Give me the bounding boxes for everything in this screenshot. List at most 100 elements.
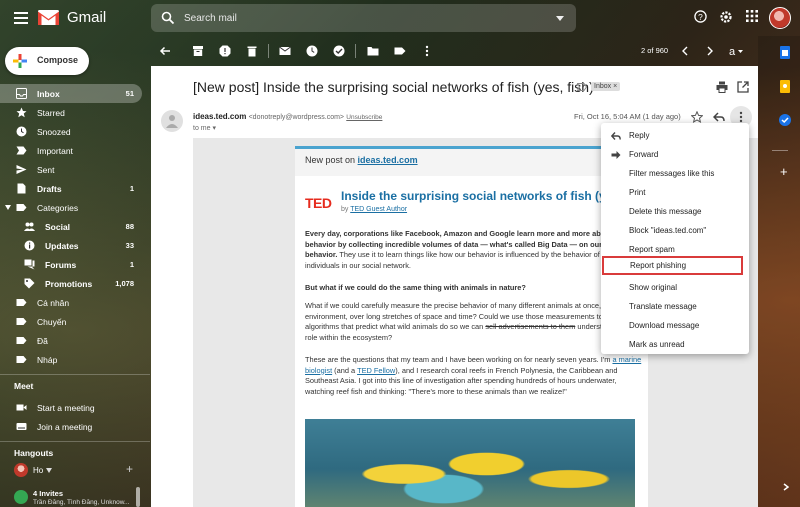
reply-icon [611,132,621,140]
move-to-icon[interactable] [367,45,379,57]
author-link[interactable]: TED Guest Author [350,206,407,213]
sidebar-item-chuyen[interactable]: Chuyến [0,312,142,331]
help-icon[interactable]: ? [694,10,707,23]
ted-fellow-link[interactable]: TED Fellow [357,366,395,375]
sidebar-item-snoozed[interactable]: Snoozed [0,122,142,141]
print-icon[interactable] [716,81,728,93]
gmail-logo-icon[interactable] [38,10,59,25]
keep-icon[interactable] [780,80,790,93]
label-icon [16,337,27,344]
caret-down-icon[interactable] [46,468,52,473]
sidebar-item-inbox[interactable]: Inbox 51 [0,84,142,103]
label-icon[interactable] [394,45,406,57]
calendar-icon[interactable] [780,46,790,59]
remove-label-icon[interactable]: × [613,83,617,90]
tasks-icon[interactable] [779,114,791,126]
menu-item-label: Download message [629,321,700,330]
menu-item-label: Print [629,188,646,197]
menu-item-download[interactable]: Download message [601,316,749,335]
unsubscribe-link[interactable]: Unsubscribe [346,114,382,121]
open-new-window-icon[interactable] [737,81,749,93]
ted-logo: TED [305,195,332,211]
sidebar-item-ca-nhan[interactable]: Cá nhân [0,293,142,312]
join-meeting-button[interactable]: Join a meeting [0,417,142,436]
menu-item-block-sender[interactable]: Block "ideas.ted.com" [601,221,749,240]
sidebar-scrollbar[interactable] [136,487,140,507]
sidebar-item-important[interactable]: Important [0,141,142,160]
forward-icon [611,151,621,159]
search-bar[interactable] [151,4,576,32]
report-spam-icon[interactable] [219,45,231,57]
app-title: Gmail [67,9,107,26]
people-icon [24,222,35,231]
recipient-line[interactable]: to me ▾ [193,124,216,132]
search-icon[interactable] [161,11,175,25]
sidebar-item-categories[interactable]: Categories [0,198,142,217]
hangouts-user-avatar[interactable] [14,463,28,477]
star-icon[interactable] [691,111,703,123]
caret-down-icon[interactable] [5,205,11,210]
label-chip-text: Inbox [594,83,612,90]
message-toolbar: 2 of 960 a [151,36,758,66]
search-input[interactable] [184,11,544,26]
sidebar-item-starred[interactable]: Starred [0,103,142,122]
delete-icon[interactable] [246,45,258,57]
sidebar-item-label: Sent [37,165,55,175]
paragraph-4-b: (and a [332,365,358,375]
start-meeting-button[interactable]: Start a meeting [0,398,142,417]
hangouts-heading: Hangouts [14,448,54,458]
chevron-right-icon[interactable] [706,45,714,57]
post-title-link[interactable]: Inside the surprising social networks of… [341,189,641,203]
menu-item-report-phishing[interactable]: Report phishing [602,256,743,275]
by-prefix: by [341,206,349,213]
pagination-text: 2 of 960 [641,46,669,55]
more-vert-icon[interactable] [421,45,433,57]
sidebar-item-social[interactable]: Social 88 [0,217,142,236]
menu-item-show-original[interactable]: Show original [601,278,749,297]
sidebar-item-sent[interactable]: Sent [0,160,142,179]
hangouts-user-name[interactable]: Ho [33,466,43,475]
chevron-right-icon[interactable] [783,483,789,491]
main-menu-icon[interactable] [14,12,28,24]
menu-item-filter[interactable]: Filter messages like this [601,164,749,183]
reply-icon[interactable] [713,111,725,123]
input-tools-icon[interactable]: a [728,45,744,57]
sidebar-item-label: Join a meeting [37,422,93,432]
sidebar-item-forums[interactable]: Forums 1 [0,255,142,274]
paragraph-4: These are the questions that my team and… [305,355,645,411]
sidebar-item-label: Forums [45,260,77,270]
chevron-left-icon[interactable] [681,45,689,57]
apps-icon[interactable] [746,10,758,22]
sidebar-item-nhap[interactable]: Nháp [0,350,142,369]
sidebar-item-drafts[interactable]: Drafts 1 [0,179,142,198]
menu-item-reply[interactable]: Reply [601,126,749,145]
archive-icon[interactable] [192,45,204,57]
sidebar-item-updates[interactable]: Updates 33 [0,236,142,255]
menu-item-print[interactable]: Print [601,183,749,202]
add-task-icon[interactable] [333,45,345,57]
label-chip[interactable]: Inbox × [591,82,621,91]
compose-button[interactable]: Compose [5,47,89,75]
add-addon-icon[interactable]: + [780,164,788,179]
invites-avatar[interactable] [14,490,28,504]
account-avatar[interactable] [769,7,791,29]
sidebar-item-label: Chuyến [37,317,67,327]
menu-item-forward[interactable]: Forward [601,145,749,164]
mark-unread-icon[interactable] [279,45,291,57]
settings-icon[interactable] [719,10,733,24]
add-contact-icon[interactable]: + [126,462,133,476]
important-marker-icon[interactable] [577,83,587,91]
invites-title[interactable]: 4 Invites [33,489,63,498]
menu-item-delete[interactable]: Delete this message [601,202,749,221]
compose-label: Compose [37,55,79,65]
sidebar-item-promotions[interactable]: Promotions 1,078 [0,274,142,293]
search-options-icon[interactable] [556,16,564,21]
menu-item-translate[interactable]: Translate message [601,297,749,316]
video-camera-icon [16,404,27,411]
recipient-details-icon[interactable]: ▾ [212,125,216,132]
menu-item-mark-unread[interactable]: Mark as unread [601,335,749,354]
sidebar-item-da[interactable]: Đã [0,331,142,350]
snooze-icon[interactable] [306,45,318,57]
site-link[interactable]: ideas.ted.com [358,155,418,165]
back-icon[interactable] [159,45,171,57]
